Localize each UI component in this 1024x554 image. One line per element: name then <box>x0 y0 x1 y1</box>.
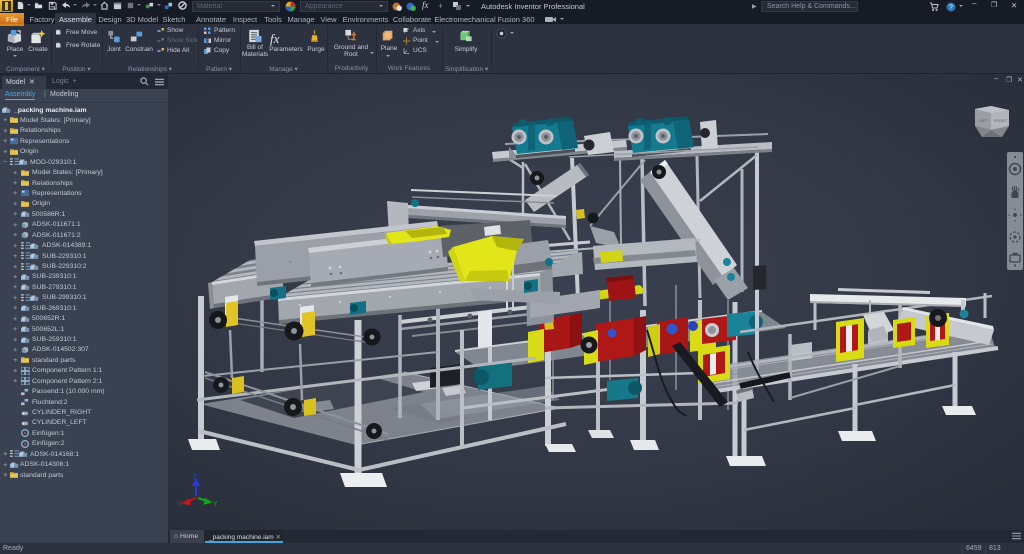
svg-text:X: X <box>178 501 183 508</box>
svg-text:FRONT: FRONT <box>994 119 1007 123</box>
svg-text:Z: Z <box>193 474 198 481</box>
svg-text:Y: Y <box>213 501 218 508</box>
svg-text:?: ? <box>949 5 953 12</box>
svg-text:LEFT: LEFT <box>979 119 989 123</box>
